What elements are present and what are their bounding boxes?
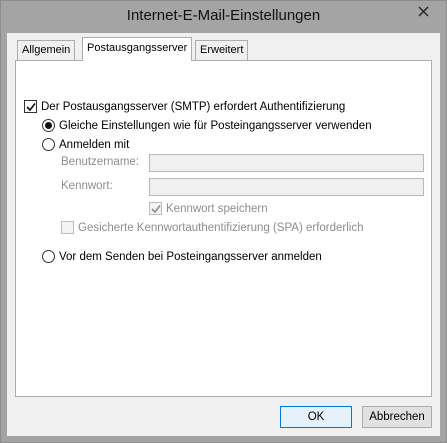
smtp-auth-checkbox[interactable] (24, 100, 37, 113)
log-on-incoming-radio-row[interactable]: Vor dem Senden bei Posteingangsserver an… (42, 250, 322, 263)
remember-password-checkbox[interactable] (149, 202, 162, 215)
tab-advanced[interactable]: Erweitert (195, 40, 249, 60)
window-title: Internet-E-Mail-Einstellungen (126, 7, 321, 24)
dialog-window: Internet-E-Mail-Einstellungen Allgemein … (0, 0, 447, 443)
password-input[interactable] (149, 178, 424, 196)
dialog-client-area: Allgemein Postausgangsserver Erweitert D… (7, 33, 440, 436)
spa-checkbox[interactable] (61, 221, 74, 234)
close-button[interactable] (407, 2, 440, 20)
log-on-using-radio[interactable] (42, 138, 55, 151)
title-bar[interactable]: Internet-E-Mail-Einstellungen (1, 1, 446, 33)
log-on-using-label: Anmelden mit (59, 138, 130, 151)
username-label: Benutzername: (61, 156, 139, 168)
log-on-using-radio-row[interactable]: Anmelden mit (42, 138, 129, 151)
username-input[interactable] (149, 154, 424, 172)
checkmark-icon (25, 102, 36, 111)
log-on-incoming-label: Vor dem Senden bei Posteingangsserver an… (59, 250, 322, 263)
cancel-button[interactable]: Abbrechen (362, 406, 432, 428)
same-settings-radio[interactable] (42, 119, 55, 132)
spa-row[interactable]: Gesicherte Kennwortauthentifizierung (SP… (61, 221, 364, 234)
log-on-incoming-radio[interactable] (42, 250, 55, 263)
password-label: Kennwort: (61, 180, 113, 192)
outgoing-server-panel: Der Postausgangsserver (SMTP) erfordert … (15, 60, 432, 397)
remember-password-row[interactable]: Kennwort speichern (149, 202, 268, 215)
same-settings-radio-row[interactable]: Gleiche Einstellungen wie für Posteingan… (42, 119, 372, 132)
smtp-auth-checkbox-row[interactable]: Der Postausgangsserver (SMTP) erfordert … (24, 100, 345, 113)
smtp-auth-label: Der Postausgangsserver (SMTP) erfordert … (41, 100, 346, 113)
tab-outgoing-server[interactable]: Postausgangsserver (82, 37, 193, 61)
ok-button[interactable]: OK (280, 406, 352, 428)
close-icon (418, 6, 429, 16)
checkmark-icon (150, 204, 161, 213)
remember-password-label: Kennwort speichern (166, 202, 268, 215)
radio-selected-dot (45, 122, 52, 129)
same-settings-label: Gleiche Einstellungen wie für Posteingan… (59, 119, 372, 132)
spa-label: Gesicherte Kennwortauthentifizierung (SP… (78, 221, 364, 234)
tab-general[interactable]: Allgemein (17, 40, 76, 60)
